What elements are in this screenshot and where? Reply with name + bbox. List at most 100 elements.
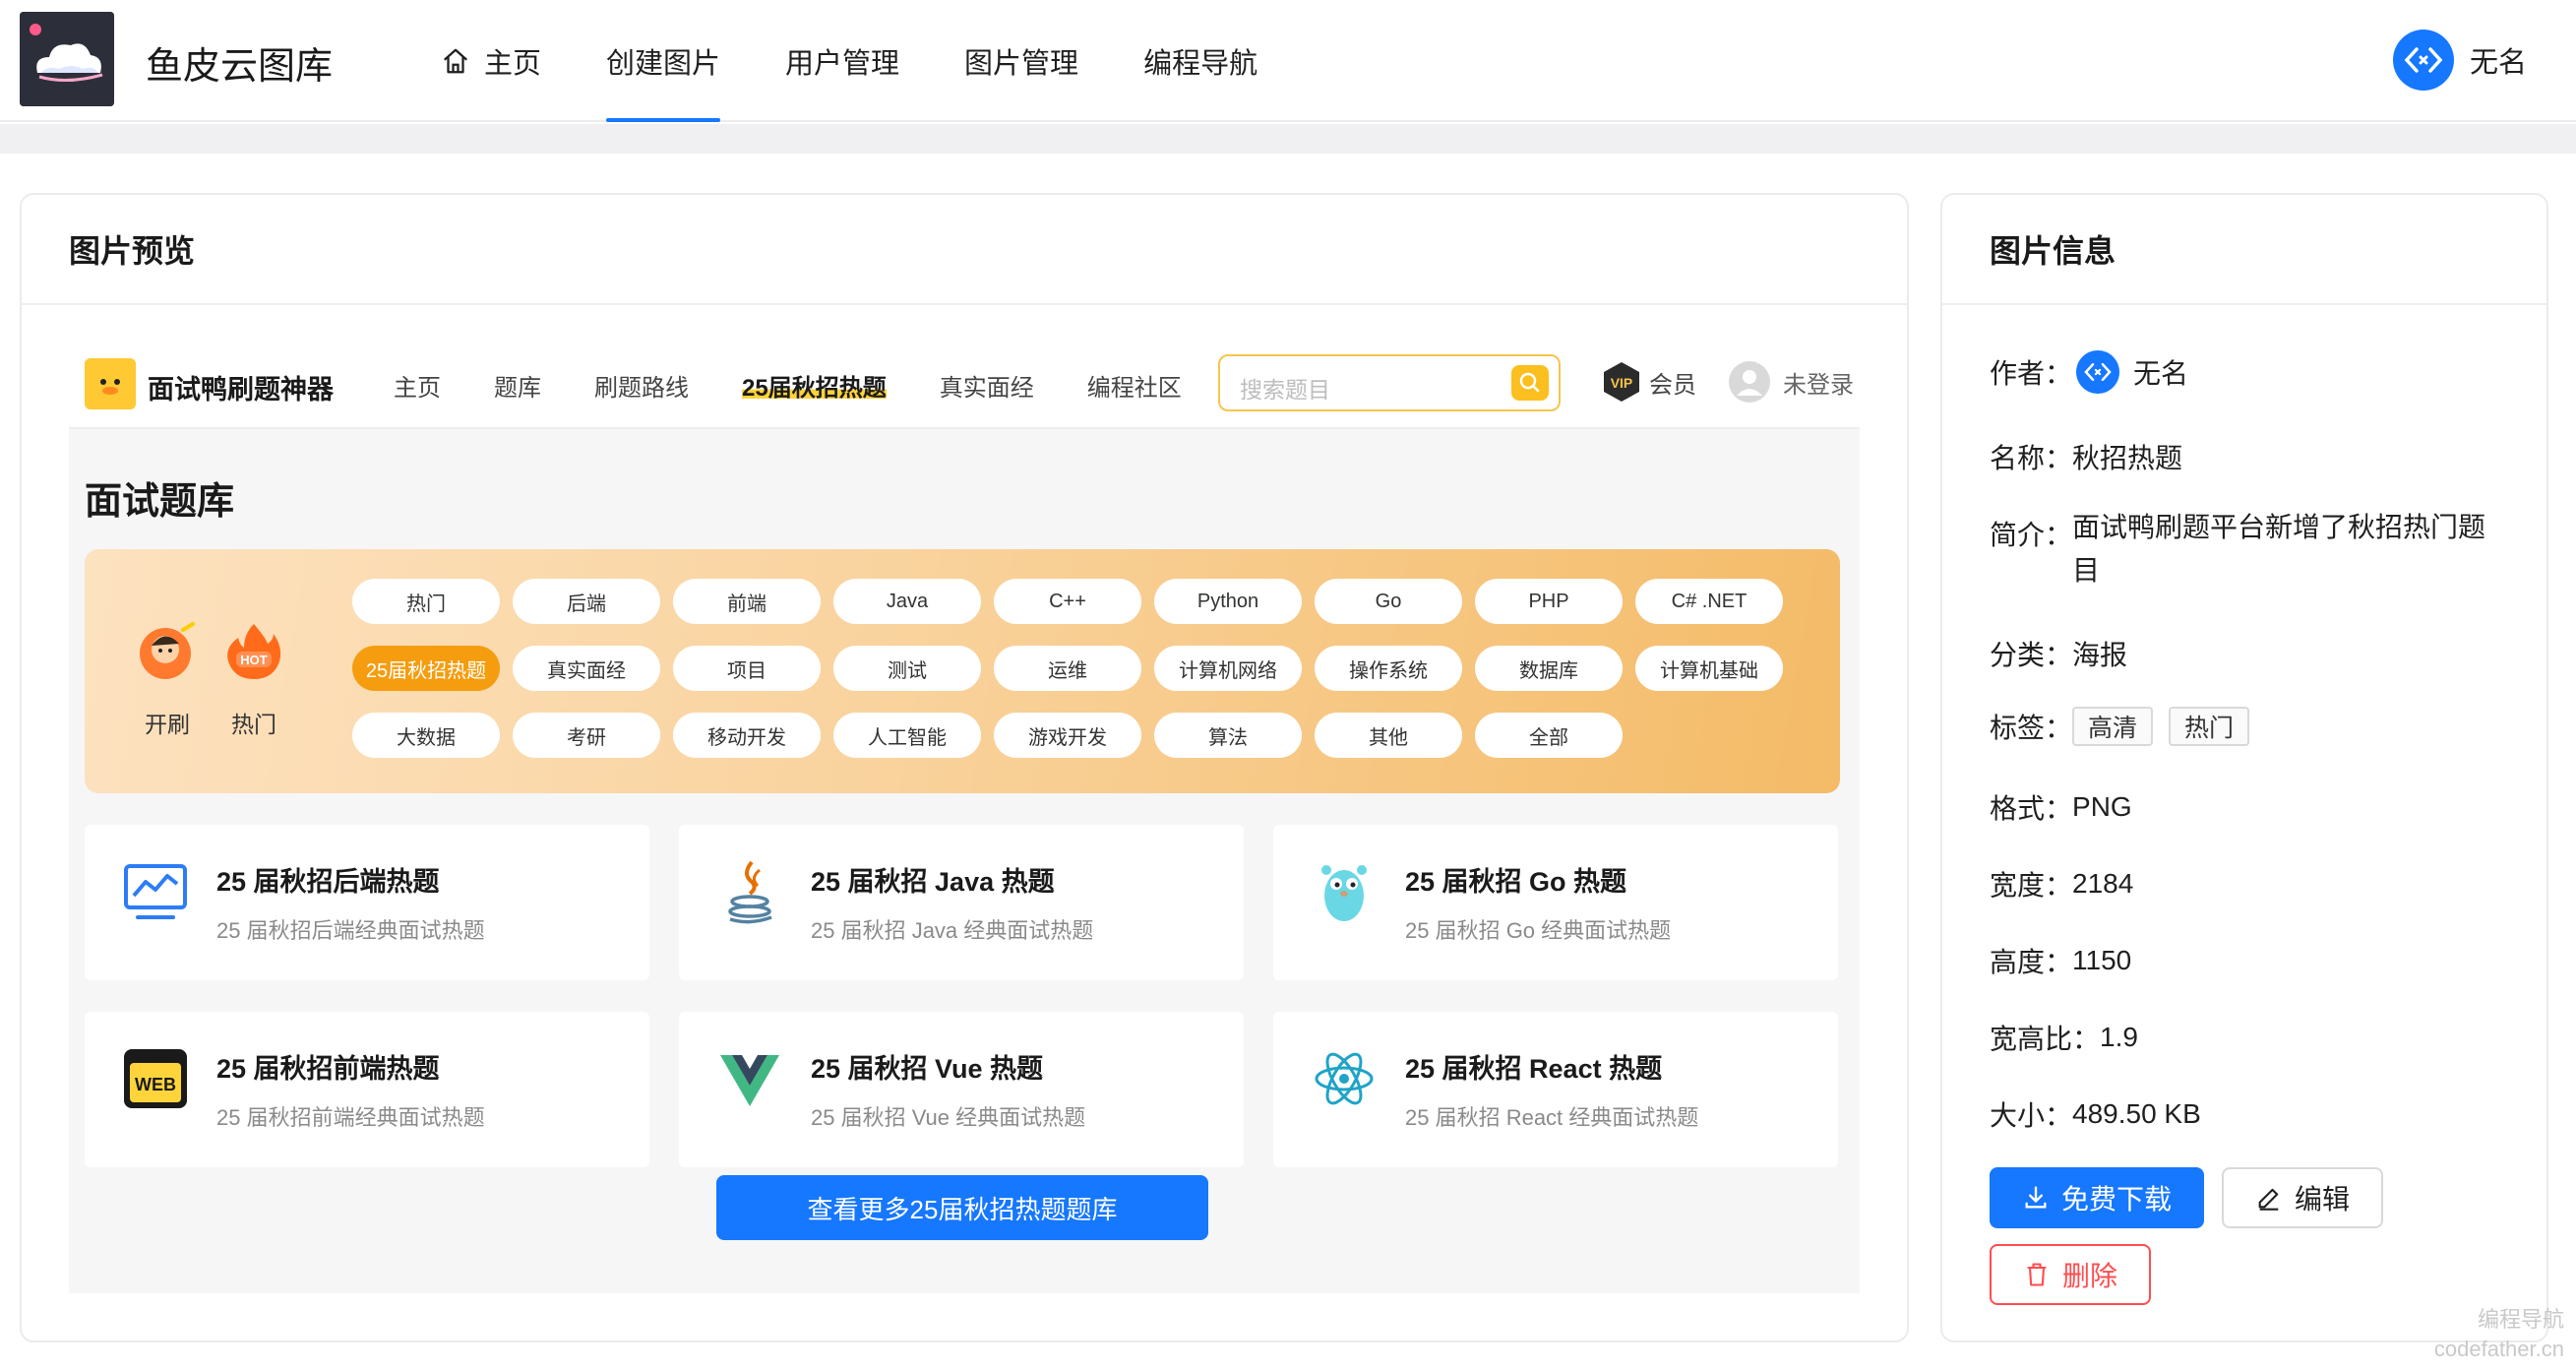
- category-tag: 项目: [673, 646, 821, 691]
- user-avatar-icon: [1729, 361, 1770, 403]
- image-info-card: 图片信息 作者： 无名 名称： 秋招热题 简介： 面试鸭刷题平台新增了秋招热门题…: [1940, 193, 2548, 1342]
- cloud-logo-icon: [20, 12, 114, 106]
- course-title: 25 届秋招前端热题: [216, 1054, 440, 1084]
- course-desc: 25 届秋招后端经典面试热题: [216, 918, 485, 943]
- category-tag: 大数据: [352, 713, 500, 758]
- intro-value-continued: 目: [2072, 555, 2101, 586]
- ratio-label: 宽高比：: [1990, 1024, 2101, 1054]
- category-tag: 前端: [673, 579, 821, 624]
- hot-fire-icon: HOT: [227, 624, 281, 679]
- info-card-title: 图片信息: [1942, 195, 2546, 305]
- category-label: 分类：: [1990, 640, 2073, 670]
- image-preview-card: 图片预览 面试鸭刷题神器 主页 题库 刷题路线 25届秋招热题 真实面经 编程社…: [20, 193, 1909, 1342]
- category-tag: 操作系统: [1315, 646, 1462, 691]
- trash-icon: [2027, 1263, 2047, 1286]
- ratio-value: 1.9: [2100, 1022, 2138, 1052]
- java-icon: [728, 860, 772, 924]
- nav-coding-guide-label: 编程导航: [1143, 48, 1258, 80]
- delete-button[interactable]: 删除: [1990, 1244, 2151, 1305]
- category-tag: 考研: [513, 713, 660, 758]
- category-tag: 数据库: [1475, 646, 1623, 691]
- info-tags-row: 标签： 高清 热门: [1990, 707, 2265, 746]
- preview-image: 面试鸭刷题神器 主页 题库 刷题路线 25届秋招热题 真实面经 编程社区 搜索题…: [69, 337, 1860, 1293]
- nav-home-label: 主页: [484, 48, 542, 80]
- category-tag: 移动开发: [673, 713, 821, 758]
- site-title[interactable]: 鱼皮云图库: [146, 35, 333, 90]
- web-icon: WEB: [124, 1049, 187, 1108]
- category-tag: 全部: [1475, 713, 1623, 758]
- nav-create-image-label: 创建图片: [606, 48, 721, 80]
- preview-card-title: 图片预览: [22, 195, 1907, 305]
- poster-cta-button: 查看更多25届秋招热题题库: [716, 1175, 1208, 1240]
- category-tag: 游戏开发: [994, 713, 1141, 758]
- info-format-row: 格式： PNG: [1990, 787, 2132, 827]
- intro-label: 简介：: [1990, 520, 2073, 550]
- category-tag: 后端: [513, 579, 660, 624]
- category-tag: 算法: [1154, 713, 1302, 758]
- poster-login: 未登录: [1728, 360, 1854, 404]
- height-label: 高度：: [1990, 947, 2073, 977]
- category-tag: Java: [833, 579, 981, 624]
- width-value: 2184: [2072, 868, 2134, 899]
- quick-hot: HOT 热门: [215, 620, 293, 739]
- category-tag: 运维: [994, 646, 1141, 691]
- category-tag: 人工智能: [833, 713, 981, 758]
- info-category-row: 分类： 海报: [1990, 634, 2127, 673]
- category-value: 海报: [2072, 640, 2128, 670]
- category-tag: 热门: [352, 579, 500, 624]
- top-navbar: 鱼皮云图库 主页 创建图片 用户管理 图片管理 编程导航 无名: [0, 0, 2576, 122]
- watermark-line: 编程导航: [2477, 1307, 2564, 1332]
- info-ratio-row: 宽高比： 1.9: [1990, 1018, 2138, 1057]
- category-tag: 计算机网络: [1154, 646, 1302, 691]
- course-card: 25 届秋招后端热题 25 届秋招后端经典面试热题: [85, 825, 649, 980]
- delete-button-label: 删除: [2061, 1261, 2117, 1291]
- svg-text:WEB: WEB: [135, 1075, 176, 1094]
- category-banner: 开刷 HOT 热门 热门 后端 前端 Java C++ Python Go PH: [85, 549, 1840, 793]
- author-label: 作者：: [1990, 358, 2073, 389]
- height-value: 1150: [2072, 945, 2132, 975]
- poster-nav-item: 真实面经: [939, 375, 1034, 402]
- category-tag: PHP: [1475, 579, 1623, 624]
- site-logo[interactable]: [20, 12, 114, 106]
- edit-button[interactable]: 编辑: [2222, 1167, 2383, 1228]
- nav-user-management[interactable]: 用户管理: [785, 0, 899, 122]
- main-nav: 主页 创建图片 用户管理 图片管理 编程导航: [441, 0, 1322, 122]
- react-icon: [1315, 1052, 1374, 1105]
- course-card: WEB 25 届秋招前端热题 25 届秋招前端经典面试热题: [85, 1012, 649, 1167]
- poster-nav-item: 刷题路线: [594, 375, 689, 402]
- category-tag: 真实面经: [513, 646, 660, 691]
- header-divider-band: [0, 124, 2576, 154]
- category-tag: Go: [1315, 579, 1462, 624]
- category-tag: 其他: [1315, 713, 1462, 758]
- info-intro-row: 简介： 面试鸭刷题平台新增了秋招热门题 目: [1990, 512, 2485, 592]
- nav-create-image[interactable]: 创建图片: [606, 0, 721, 122]
- quick-label: 热门: [231, 712, 276, 737]
- download-button[interactable]: 免费下载: [1990, 1167, 2204, 1228]
- nav-home[interactable]: 主页: [441, 0, 541, 122]
- poster-nav: 主页 题库 刷题路线 25届秋招热题 真实面经 编程社区: [394, 368, 1235, 403]
- monitor-chart-icon: [124, 864, 187, 919]
- download-button-label: 免费下载: [2060, 1184, 2172, 1215]
- user-menu[interactable]: 无名: [2392, 30, 2527, 91]
- author-value: 无名: [2133, 358, 2189, 389]
- name-value: 秋招热题: [2072, 443, 2183, 473]
- watermark-line: codefather.cn: [2433, 1337, 2564, 1361]
- tags-label: 标签：: [1990, 713, 2073, 743]
- info-author-row: 作者： 无名: [1990, 350, 2188, 394]
- quick-label: 开刷: [145, 712, 190, 737]
- info-width-row: 宽度： 2184: [1990, 864, 2133, 904]
- poster-navbar: 面试鸭刷题神器 主页 题库 刷题路线 25届秋招热题 真实面经 编程社区 搜索题…: [69, 337, 1860, 429]
- intro-value: 面试鸭刷题平台新增了秋招热门题: [2072, 512, 2486, 542]
- poster-search-box: 搜索题目: [1218, 354, 1561, 411]
- course-desc: 25 届秋招 Java 经典面试热题: [811, 918, 1094, 943]
- download-icon: [2025, 1186, 2047, 1209]
- course-title: 25 届秋招 Vue 热题: [811, 1054, 1044, 1084]
- search-icon: [1511, 365, 1549, 401]
- nav-coding-guide[interactable]: 编程导航: [1143, 0, 1257, 122]
- format-label: 格式：: [1990, 793, 2073, 824]
- course-title: 25 届秋招 Java 热题: [811, 867, 1055, 897]
- home-icon: [444, 48, 467, 74]
- size-label: 大小：: [1990, 1100, 2073, 1131]
- info-name-row: 名称： 秋招热题: [1990, 437, 2182, 476]
- nav-image-management[interactable]: 图片管理: [964, 0, 1078, 122]
